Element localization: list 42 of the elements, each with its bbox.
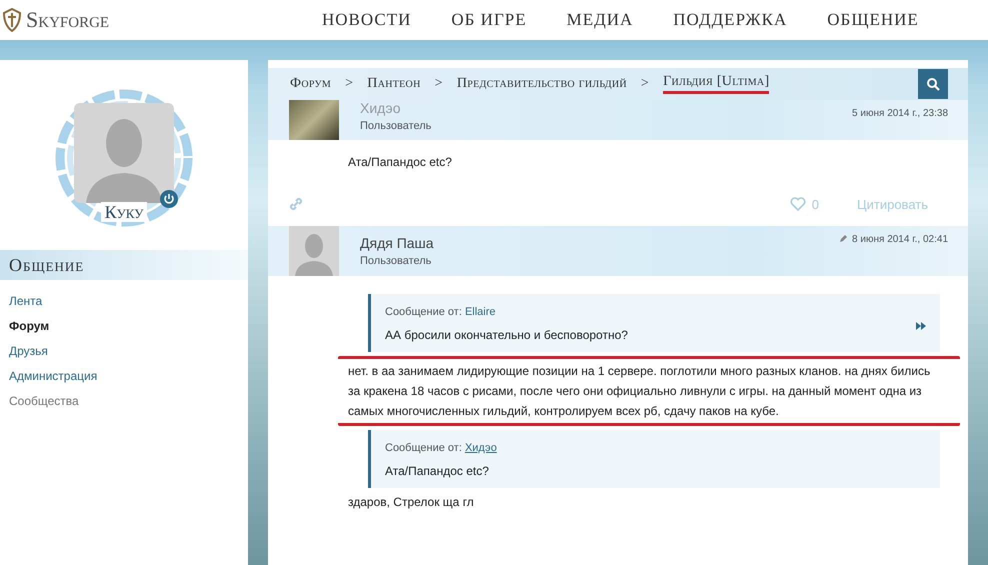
nav-link[interactable]: ОБ ИГРЕ: [451, 10, 527, 30]
logo-text: Skyforge: [26, 7, 110, 33]
post-author[interactable]: Дядя Паша: [360, 235, 840, 251]
quote-author-link[interactable]: Ellaire: [464, 306, 496, 318]
breadcrumb-separator: >: [640, 76, 650, 92]
profile-name[interactable]: Куку: [100, 202, 148, 222]
breadcrumb-link[interactable]: Представительство гильдий: [456, 76, 627, 92]
breadcrumb-link[interactable]: Гильдия [Ultima]: [663, 74, 770, 94]
nav-link[interactable]: ПОДДЕРЖКА: [673, 10, 788, 30]
breadcrumb-separator: >: [434, 76, 443, 92]
quote-author-link[interactable]: Хидэо: [464, 442, 497, 454]
site-logo[interactable]: Skyforge: [0, 7, 322, 33]
sidebar-item[interactable]: Лента: [9, 294, 42, 308]
breadcrumb-separator: >: [345, 76, 354, 92]
breadcrumb-link[interactable]: Пантеон: [367, 76, 421, 92]
post-date: 8 июня 2014 г., 02:41: [852, 234, 948, 245]
photo-placeholder: [289, 100, 339, 140]
search-button[interactable]: [918, 69, 948, 99]
quote-text: Ата/Папандос etc?: [385, 464, 490, 478]
user-avatar: [289, 226, 339, 276]
post-date: 5 июня 2014 г., 23:38: [852, 108, 948, 119]
nav-link[interactable]: НОВОСТИ: [322, 10, 412, 30]
breadcrumb-link[interactable]: Форум: [290, 76, 332, 92]
quote-label: Сообщение от:: [385, 442, 463, 454]
sidebar-item[interactable]: Друзья: [9, 344, 48, 358]
section-title: Общение: [0, 250, 248, 280]
user-role: Пользователь: [360, 120, 432, 132]
sidebar-item[interactable]: Форум: [9, 319, 50, 333]
user-role: Пользователь: [360, 255, 432, 267]
post-text: здаров, Стрелок ща гл: [348, 494, 475, 511]
quote-text: АА бросили окончательно и бесповоротно?: [385, 328, 629, 342]
post-text: нет. в аа занимаем лидирующие позиции на 1 сервере. поглотили много разных кланов. на днях бились за кракена 18 часов с рисами, после чего они официально ливнули с игры. на данный момент одна из самых многочисленных гильдий, контролируем всех рб, сдачу паков на кубе.: [338, 356, 960, 426]
power-icon[interactable]: [160, 190, 178, 208]
fast-forward-icon[interactable]: [916, 322, 926, 330]
quote-label: Сообщение от:: [385, 306, 463, 318]
search-icon: [926, 77, 940, 91]
like-count: 0: [812, 196, 819, 212]
nav-link[interactable]: ОБЩЕНИЕ: [827, 10, 919, 30]
nav-link[interactable]: МЕДИА: [566, 10, 634, 30]
post-text: Ата/Папандос etc?: [348, 154, 453, 171]
sidebar-item[interactable]: Администрация: [9, 369, 98, 383]
shield-emblem-icon: [2, 8, 22, 32]
